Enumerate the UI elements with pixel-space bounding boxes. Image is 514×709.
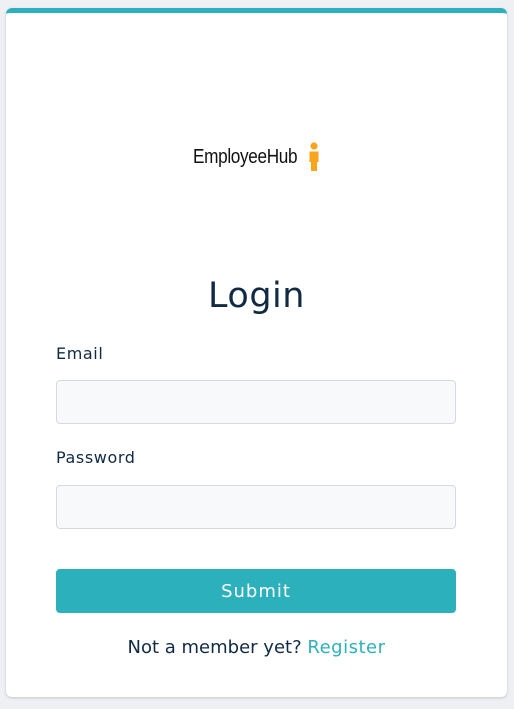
submit-button[interactable]: Submit <box>56 569 456 613</box>
register-prompt-text: Not a member yet? <box>127 637 302 658</box>
page-title: Login <box>208 276 305 316</box>
register-link[interactable]: Register <box>307 637 385 658</box>
password-label: Password <box>56 448 136 467</box>
logo-text: EmployeeHub <box>193 145 298 168</box>
login-card: EmployeeHub Login Email Password Submit … <box>6 8 507 697</box>
logo: EmployeeHub <box>193 139 319 175</box>
email-field[interactable] <box>56 380 456 424</box>
register-prompt: Not a member yet? Register <box>6 637 507 658</box>
password-field[interactable] <box>56 485 456 529</box>
person-icon <box>309 142 319 171</box>
email-label: Email <box>56 344 104 363</box>
